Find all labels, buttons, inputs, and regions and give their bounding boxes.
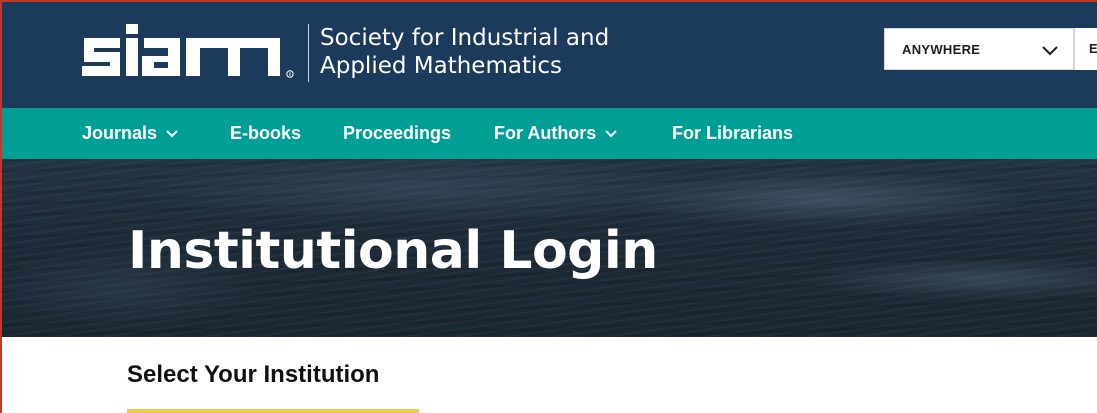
main-nav: Journals E-books Proceedings For Authors… xyxy=(2,108,1097,159)
search-input[interactable]: E xyxy=(1074,28,1097,70)
page-title: Institutional Login xyxy=(128,221,658,281)
nav-item-label: Journals xyxy=(82,123,158,143)
search-scope-label: ANYWHERE xyxy=(902,41,981,57)
brand-tagline: Society for Industrial and Applied Mathe… xyxy=(320,24,609,80)
chevron-down-icon xyxy=(1042,46,1058,56)
logo-divider xyxy=(308,24,309,82)
nav-item-label: For Authors xyxy=(494,123,597,143)
nav-item-proceedings[interactable]: Proceedings xyxy=(343,108,451,159)
nav-item-for-authors[interactable]: For Authors xyxy=(494,108,618,159)
siam-logo[interactable]: R xyxy=(82,22,297,82)
section-underline xyxy=(127,409,419,413)
chevron-down-icon xyxy=(605,129,618,137)
svg-text:R: R xyxy=(289,72,292,77)
search-scope-select[interactable]: ANYWHERE xyxy=(884,28,1074,70)
nav-item-journals[interactable]: Journals xyxy=(82,108,178,159)
site-header: R Society for Industrial and Applied Mat… xyxy=(2,2,1097,108)
tagline-line-1: Society for Industrial and xyxy=(320,25,610,51)
section-title: Select Your Institution xyxy=(127,361,380,388)
nav-item-label: For Librarians xyxy=(672,123,794,143)
nav-item-ebooks[interactable]: E-books xyxy=(230,108,301,159)
nav-item-label: E-books xyxy=(230,123,302,143)
nav-item-label: Proceedings xyxy=(343,123,452,143)
tagline-line-2: Applied Mathematics xyxy=(320,53,562,79)
hero-banner: Institutional Login xyxy=(2,159,1097,337)
chevron-down-icon xyxy=(166,129,178,137)
nav-item-for-librarians[interactable]: For Librarians xyxy=(672,108,793,159)
